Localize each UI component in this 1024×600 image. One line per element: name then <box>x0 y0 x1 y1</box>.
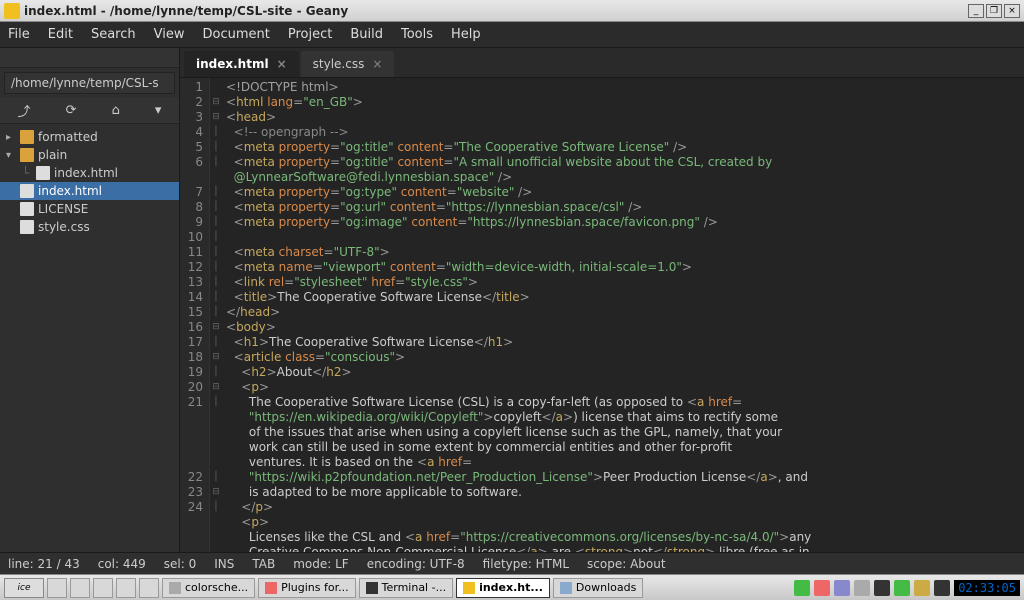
launcher-icon[interactable] <box>70 578 90 598</box>
maximize-button[interactable]: ❐ <box>986 4 1002 18</box>
tray-icon[interactable] <box>874 580 890 596</box>
tree-file[interactable]: └ index.html <box>0 164 179 182</box>
tab-close-icon[interactable]: × <box>372 57 382 71</box>
menu-document[interactable]: Document <box>202 27 269 42</box>
nav-up-icon[interactable]: ⤴ <box>18 101 31 120</box>
status-line: line: 21 / 43 <box>8 557 80 571</box>
minimize-button[interactable]: _ <box>968 4 984 18</box>
tree-folder-formatted[interactable]: ▸ formatted <box>0 128 179 146</box>
chevron-right-icon: ▸ <box>6 132 16 143</box>
status-scope: scope: About <box>587 557 666 571</box>
taskbar: ice colorsche... Plugins for... Terminal… <box>0 574 1024 600</box>
code-content[interactable]: <!DOCTYPE html> <html lang="en_GB"> <hea… <box>222 78 1024 552</box>
tree-file[interactable]: LICENSE <box>0 200 179 218</box>
tray-icon[interactable] <box>834 580 850 596</box>
nav-dropdown-icon[interactable]: ▾ <box>155 103 162 118</box>
fold-column[interactable]: ⊟ ⊟ │ │ │ │ │ │ │ │ │ │ │ │ ⊟ │ ⊟ │ ⊟ │ … <box>210 78 222 552</box>
menu-tools[interactable]: Tools <box>401 27 433 42</box>
file-icon <box>20 184 34 198</box>
taskbar-item[interactable]: Downloads <box>553 578 643 598</box>
file-icon <box>20 220 34 234</box>
clock[interactable]: 02:33:05 <box>954 580 1020 596</box>
launcher-icon[interactable] <box>139 578 159 598</box>
status-bar: line: 21 / 43 col: 449 sel: 0 INS TAB mo… <box>0 552 1024 574</box>
close-button[interactable]: × <box>1004 4 1020 18</box>
code-editor[interactable]: 1 2 3 4 5 6 7 8 9 10 11 12 13 14 15 16 1… <box>180 78 1024 552</box>
taskbar-item[interactable]: Plugins for... <box>258 578 356 598</box>
menu-bar: File Edit Search View Document Project B… <box>0 22 1024 48</box>
status-filetype: filetype: HTML <box>483 557 569 571</box>
tray-icon[interactable] <box>854 580 870 596</box>
taskbar-item[interactable]: Terminal -... <box>359 578 453 598</box>
taskbar-item-active[interactable]: index.ht... <box>456 578 550 598</box>
menu-file[interactable]: File <box>8 27 30 42</box>
tree-file-selected[interactable]: index.html <box>0 182 179 200</box>
tree-file[interactable]: style.css <box>0 218 179 236</box>
taskbar-item[interactable]: colorsche... <box>162 578 255 598</box>
chevron-down-icon: ▾ <box>6 150 16 161</box>
tab-index-html[interactable]: index.html × <box>184 51 299 77</box>
menu-build[interactable]: Build <box>350 27 383 42</box>
status-ins: INS <box>214 557 234 571</box>
start-button[interactable]: ice <box>4 578 44 598</box>
menu-edit[interactable]: Edit <box>48 27 73 42</box>
line-numbers: 1 2 3 4 5 6 7 8 9 10 11 12 13 14 15 16 1… <box>180 78 210 552</box>
status-encoding: encoding: UTF-8 <box>367 557 465 571</box>
launcher-icon[interactable] <box>116 578 136 598</box>
tree-folder-plain[interactable]: ▾ plain <box>0 146 179 164</box>
folder-icon <box>20 130 34 144</box>
tray-icon[interactable] <box>814 580 830 596</box>
status-col: col: 449 <box>98 557 146 571</box>
nav-refresh-icon[interactable]: ⟳ <box>66 103 77 118</box>
system-tray: 02:33:05 <box>794 580 1020 596</box>
menu-search[interactable]: Search <box>91 27 136 42</box>
window-title: index.html - /home/lynne/temp/CSL-site -… <box>24 4 968 18</box>
window-titlebar: index.html - /home/lynne/temp/CSL-site -… <box>0 0 1024 22</box>
status-tab: TAB <box>252 557 275 571</box>
launcher-icon[interactable] <box>93 578 113 598</box>
tray-icon[interactable] <box>914 580 930 596</box>
menu-project[interactable]: Project <box>288 27 332 42</box>
file-tree: ▸ formatted ▾ plain └ index.html index.h… <box>0 124 179 552</box>
tab-style-css[interactable]: style.css × <box>301 51 395 77</box>
tray-icon[interactable] <box>794 580 810 596</box>
file-icon <box>20 202 34 216</box>
menu-view[interactable]: View <box>154 27 185 42</box>
file-icon <box>36 166 50 180</box>
launcher-icon[interactable] <box>47 578 67 598</box>
tray-icon[interactable] <box>934 580 950 596</box>
status-sel: sel: 0 <box>164 557 196 571</box>
menu-help[interactable]: Help <box>451 27 481 42</box>
folder-icon <box>20 148 34 162</box>
sidebar: /home/lynne/temp/CSL-s ⤴ ⟳ ⌂ ▾ ▸ formatt… <box>0 48 180 552</box>
tray-icon[interactable] <box>894 580 910 596</box>
nav-home-icon[interactable]: ⌂ <box>112 103 120 118</box>
editor-tabs: index.html × style.css × <box>180 48 1024 78</box>
status-mode: mode: LF <box>293 557 348 571</box>
path-input[interactable]: /home/lynne/temp/CSL-s <box>4 72 175 94</box>
app-icon <box>4 3 20 19</box>
tab-close-icon[interactable]: × <box>277 57 287 71</box>
